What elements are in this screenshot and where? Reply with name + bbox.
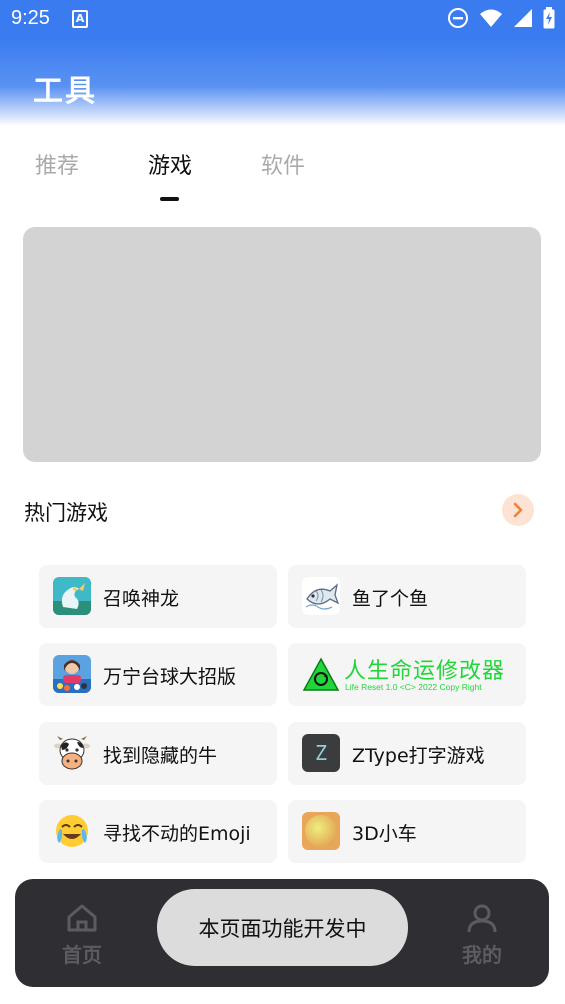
ztype-icon: Z (302, 734, 340, 772)
user-icon (467, 904, 497, 933)
do-not-disturb-icon (448, 8, 468, 28)
game-card[interactable]: 人生命运修改器 Life Reset 1.0 <C> 2022 Copy Rig… (288, 643, 526, 706)
game-card[interactable]: 万宁台球大招版 (39, 643, 277, 706)
active-tab-indicator (160, 197, 179, 201)
game-name: 找到隐藏的牛 (103, 745, 218, 767)
emoji-icon (53, 812, 91, 850)
life-reset-title: 人生命运修改器 (344, 659, 506, 684)
dragon-icon (53, 577, 91, 615)
status-bar: 9:25 A (0, 0, 565, 38)
section-title: 热门游戏 (24, 501, 108, 525)
game-name: 3D小车 (352, 823, 417, 845)
fish-icon (302, 577, 340, 615)
wifi-icon (480, 9, 502, 27)
ztype-icon-letter: Z (314, 741, 328, 765)
tab-software[interactable]: 软件 (261, 148, 305, 180)
nav-home[interactable]: 首页 (42, 903, 122, 968)
life-reset-subtitle: Life Reset 1.0 <C> 2022 Copy Right (345, 682, 482, 692)
app-notification-icon: A (72, 10, 88, 28)
game-card[interactable]: 找到隐藏的牛 (39, 722, 277, 785)
nav-profile[interactable]: 我的 (442, 903, 522, 968)
game-name: 鱼了个鱼 (352, 588, 429, 610)
game-card[interactable]: 3D小车 (288, 800, 526, 863)
game-card[interactable]: 鱼了个鱼 (288, 565, 526, 628)
status-time: 9:25 (11, 7, 50, 29)
category-tabs: 推荐 游戏 软件 (0, 140, 565, 200)
home-icon (67, 904, 97, 932)
game-card[interactable]: Z ZType打字游戏 (288, 722, 526, 785)
game-card[interactable]: 召唤神龙 (39, 565, 277, 628)
nav-label: 首页 (62, 943, 102, 967)
tab-recommend[interactable]: 推荐 (35, 148, 79, 180)
life-reset-icon (302, 657, 340, 691)
banner-placeholder[interactable] (23, 227, 541, 462)
game-name: 召唤神龙 (103, 588, 180, 610)
ball-icon (302, 812, 340, 850)
page-header: 工具 (0, 38, 565, 126)
toast-message: 本页面功能开发中 (157, 889, 408, 966)
cow-icon (53, 734, 91, 772)
tab-games[interactable]: 游戏 (148, 148, 192, 180)
status-icons (447, 7, 555, 29)
chevron-right-icon (513, 502, 523, 518)
game-card[interactable]: 寻找不动的Emoji (39, 800, 277, 863)
more-button[interactable] (502, 494, 534, 526)
game-name: 万宁台球大招版 (103, 666, 237, 688)
signal-icon (514, 9, 532, 27)
billiards-icon (53, 655, 91, 693)
page-title: 工具 (33, 74, 97, 109)
game-name: ZType打字游戏 (352, 745, 485, 767)
game-name: 寻找不动的Emoji (103, 823, 251, 845)
nav-label: 我的 (462, 943, 502, 967)
battery-icon (543, 7, 555, 29)
